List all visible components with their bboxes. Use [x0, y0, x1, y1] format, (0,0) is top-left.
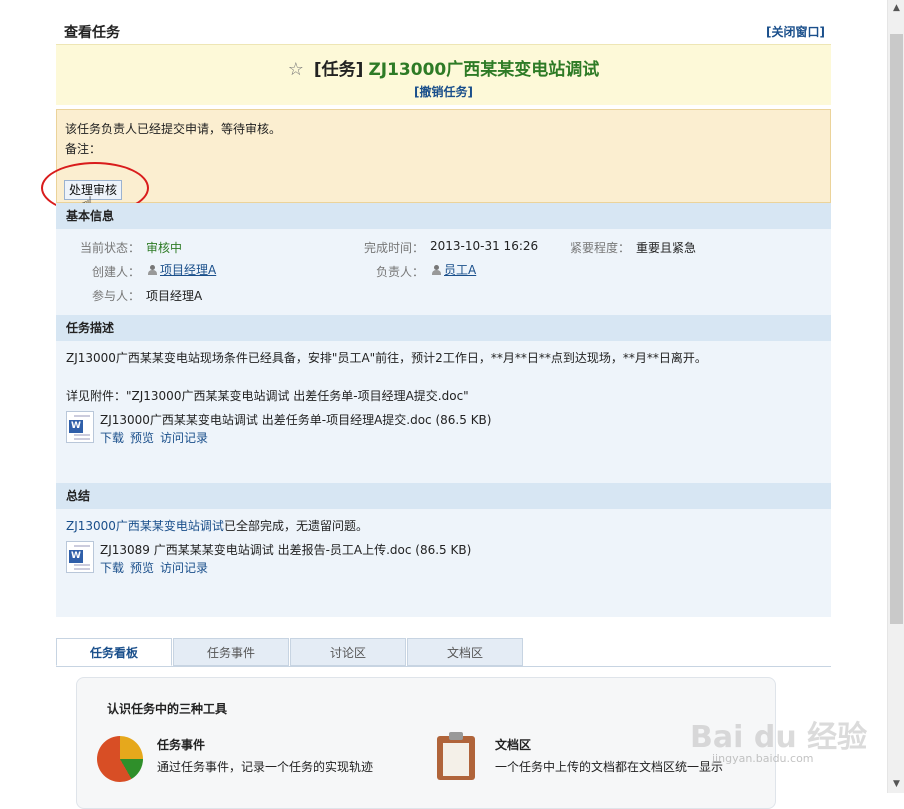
task-header: ☆ [任务] ZJ13000广西某某变电站调试 [撤销任务] — [56, 44, 831, 105]
done-time-label: 完成时间： — [364, 241, 425, 255]
close-window-link[interactable]: [关闭窗口] — [766, 23, 825, 40]
pie-chart-icon — [97, 736, 143, 782]
description-heading: 任务描述 — [56, 315, 831, 341]
creator-link[interactable]: 项目经理A — [160, 263, 216, 277]
clipboard-icon — [437, 732, 475, 780]
tool-desc: 通过任务事件，记录一个任务的实现轨迹 — [157, 760, 374, 774]
tab-task-board[interactable]: 任务看板 — [56, 638, 172, 666]
download-link[interactable]: 下载 — [100, 561, 124, 575]
summary-task-link[interactable]: ZJ13000广西某某变电站调试 — [66, 519, 224, 533]
done-time-value: 2013-10-31 16:26 — [430, 239, 539, 253]
summary-text: ZJ13000广西某某变电站调试已全部完成，无遗留问题。 — [66, 517, 368, 534]
participants-label: 参与人： — [92, 289, 141, 303]
file-name: ZJ13089 广西某某某变电站调试 出差报告-员工A上传.doc (86.5 … — [100, 543, 472, 557]
owner-link[interactable]: 员工A — [444, 263, 476, 277]
tab-discussion[interactable]: 讨论区 — [290, 638, 406, 666]
history-link[interactable]: 访问记录 — [160, 431, 208, 445]
description-text: ZJ13000广西某某变电站现场条件已经具备，安排"员工A"前往，预计2工作日，… — [66, 351, 707, 365]
tool-name: 文档区 — [495, 738, 532, 752]
preview-link[interactable]: 预览 — [130, 431, 154, 445]
top-bar: 查看任务 [关闭窗口] — [56, 0, 831, 44]
task-tag: [任务] — [313, 60, 364, 80]
vertical-scrollbar[interactable]: ▲ ▼ — [887, 0, 904, 793]
review-notice: 该任务负责人已经提交申请，等待审核。 备注： 处理审核 ☝ — [41, 109, 831, 216]
notice-remark: 备注： — [65, 142, 102, 156]
basic-info-heading: 基本信息 — [56, 203, 831, 229]
star-icon[interactable]: ☆ — [288, 59, 304, 80]
tools-panel: 认识任务中的三种工具 任务事件 通过任务事件，记录一个任务的实现轨迹 文档区 一… — [76, 677, 776, 809]
owner-label: 负责人： — [376, 265, 425, 279]
description-section: 任务描述 ZJ13000广西某某变电站现场条件已经具备，安排"员工A"前往，预计… — [56, 315, 831, 483]
status-label: 当前状态： — [80, 241, 141, 255]
word-doc-icon — [66, 411, 94, 443]
page-title: 查看任务 — [64, 25, 120, 41]
owner-value[interactable]: 员工A — [432, 261, 476, 278]
preview-link[interactable]: 预览 — [130, 561, 154, 575]
revoke-task-link[interactable]: [撤销任务] — [56, 83, 831, 100]
creator-label: 创建人： — [92, 265, 141, 279]
tab-task-events[interactable]: 任务事件 — [173, 638, 289, 666]
scroll-up-icon[interactable]: ▲ — [888, 0, 904, 17]
panel-title: 认识任务中的三种工具 — [107, 702, 228, 716]
summary-section: 总结 ZJ13000广西某某变电站调试已全部完成，无遗留问题。 ZJ13089 … — [56, 483, 831, 617]
tool-name: 任务事件 — [157, 738, 206, 752]
watermark-url: jingyan.baidu.com — [712, 752, 814, 765]
summary-heading: 总结 — [56, 483, 831, 509]
urgency-value: 重要且紧急 — [636, 241, 697, 255]
history-link[interactable]: 访问记录 — [160, 561, 208, 575]
summary-rest: 已全部完成，无遗留问题。 — [223, 519, 368, 533]
basic-info-section: 基本信息 当前状态： 审核中 完成时间： 2013-10-31 16:26 紧要… — [56, 203, 831, 315]
file-name: ZJ13000广西某某变电站调试 出差任务单-项目经理A提交.doc (86.5… — [100, 413, 492, 427]
task-name: ZJ13000广西某某变电站调试 — [368, 60, 600, 80]
notice-message: 该任务负责人已经提交申请，等待审核。 — [65, 122, 282, 136]
participants-value: 项目经理A — [146, 289, 203, 303]
creator-value[interactable]: 项目经理A — [148, 261, 216, 278]
scroll-down-icon[interactable]: ▼ — [888, 776, 904, 793]
tool-desc: 一个任务中上传的文档都在文档区统一显示 — [495, 760, 724, 774]
urgency-label: 紧要程度： — [570, 241, 631, 255]
attachment-note: 详见附件："ZJ13000广西某某变电站调试 出差任务单-项目经理A提交.doc… — [66, 389, 469, 403]
status-value: 审核中 — [146, 241, 183, 255]
download-link[interactable]: 下载 — [100, 431, 124, 445]
tab-bar: 任务看板 任务事件 讨论区 文档区 — [56, 638, 831, 667]
tab-documents[interactable]: 文档区 — [407, 638, 523, 666]
watermark: Bai du 经验 — [690, 720, 868, 755]
task-view-page: 查看任务 [关闭窗口] ☆ [任务] ZJ13000广西某某变电站调试 [撤销任务]… — [41, 0, 831, 617]
person-icon — [148, 265, 157, 275]
file-actions: 下载 预览 访问记录 — [100, 559, 214, 576]
person-icon — [432, 265, 441, 275]
scroll-thumb[interactable] — [890, 34, 903, 624]
file-actions: 下载 预览 访问记录 — [100, 429, 214, 446]
task-title: ☆ [任务] ZJ13000广西某某变电站调试 — [56, 55, 831, 80]
word-doc-icon — [66, 541, 94, 573]
